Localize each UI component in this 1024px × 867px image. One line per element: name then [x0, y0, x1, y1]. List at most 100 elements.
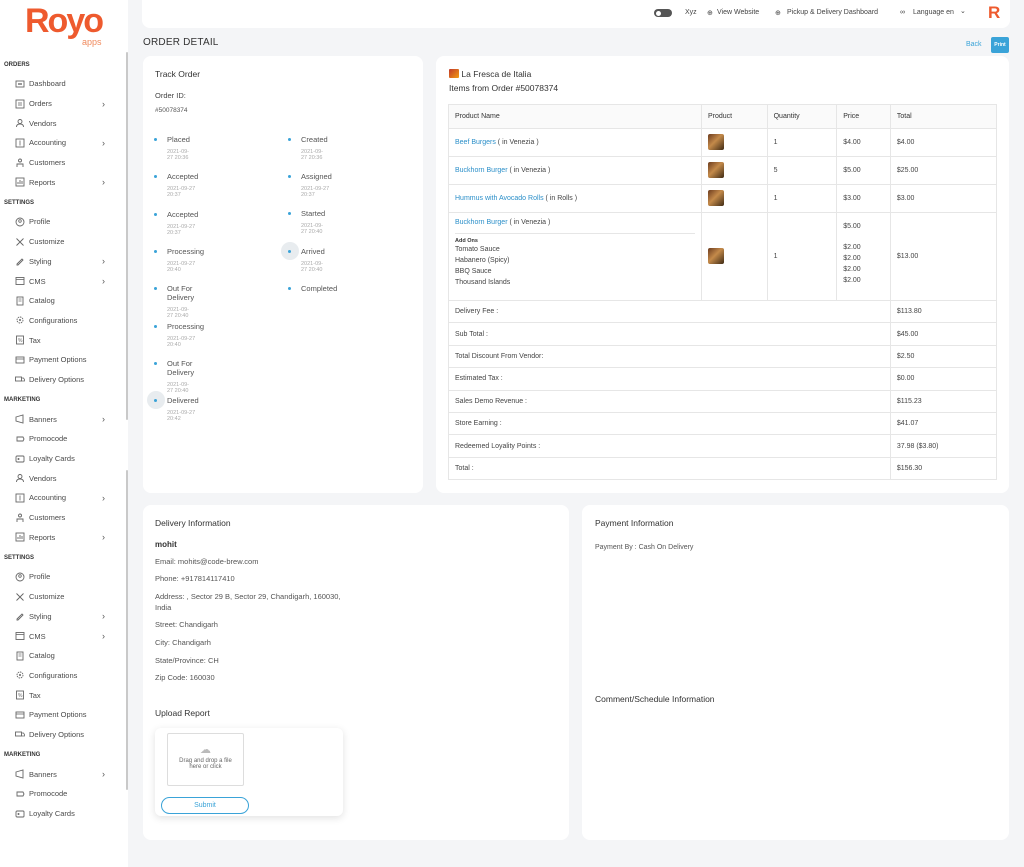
sidebar-item-label: CMS: [29, 276, 46, 286]
product-variant: ( in Venezia ): [495, 139, 539, 146]
sidebar-item-promocode[interactable]: Promocode: [0, 429, 128, 449]
sidebar-item-vendors[interactable]: Vendors: [0, 113, 128, 133]
sidebar-item-customize[interactable]: Customize: [0, 232, 128, 252]
sidebar-item-accounting[interactable]: Accounting ›: [0, 133, 128, 153]
sidebar-scrollbar[interactable]: [126, 52, 128, 420]
sidebar-item-vendors[interactable]: Vendors: [0, 468, 128, 488]
globe-icon: ⊕: [707, 10, 713, 17]
summary-row: Sub Total : $45.00: [448, 322, 998, 346]
timeline-step: Placed 2021-09-27 20:36: [167, 135, 190, 161]
sidebar-item-configurations[interactable]: Configurations: [0, 666, 128, 686]
timeline-dot: [288, 286, 291, 290]
sidebar-item-payment-options[interactable]: Payment Options: [0, 705, 128, 725]
product-name-cell: Buckhorn Burger ( in Venezia ) Add Ons Tom…: [448, 212, 702, 301]
sidebar-item-loyalty-cards[interactable]: Loyalty Cards: [0, 449, 128, 469]
summary-row: Sales Demo Revenue : $115.23: [448, 389, 998, 413]
promocode-icon: [14, 788, 25, 799]
submit-button[interactable]: Submit: [161, 797, 249, 814]
sidebar-item-loyalty-cards[interactable]: Loyalty Cards: [0, 804, 128, 824]
sidebar-item-tax[interactable]: % Tax: [0, 330, 128, 350]
summary-value: $156.30: [889, 456, 998, 481]
summary-label: Delivery Fee :: [448, 299, 891, 324]
sidebar-item-styling[interactable]: Styling ›: [0, 607, 128, 627]
total-cell: $13.00: [889, 212, 998, 301]
sidebar-item-customers[interactable]: Customers: [0, 508, 128, 528]
timeline-step: Started 2021-09-27 20:40: [301, 209, 325, 235]
sidebar-item-promocode[interactable]: Promocode: [0, 784, 128, 804]
tax-icon: %: [14, 335, 25, 346]
sidebar-item-label: Loyalty Cards: [29, 809, 75, 819]
sidebar-item-customize[interactable]: Customize: [0, 587, 128, 607]
sidebar-item-orders[interactable]: Orders ›: [0, 94, 128, 114]
sidebar-item-customers[interactable]: Customers: [0, 153, 128, 173]
pickup-delivery-dashboard-link[interactable]: Pickup & Delivery Dashboard: [787, 9, 878, 16]
sidebar-scrollbar-lower[interactable]: [126, 470, 128, 790]
track-order-title: Track Order: [155, 69, 201, 79]
sidebar-item-catalog[interactable]: Catalog: [0, 291, 128, 311]
cms-icon: [14, 631, 25, 642]
print-button[interactable]: Print: [991, 37, 1009, 53]
brand-mark[interactable]: R: [988, 3, 1000, 23]
timeline-step: Out For Delivery 2021-09-27 20:40: [167, 359, 194, 394]
sidebar-item-cms[interactable]: CMS ›: [0, 271, 128, 291]
timeline-dot: [154, 287, 157, 291]
summary-row: Estimated Tax : $0.00: [448, 367, 998, 391]
globe-icon-2: ⊕: [775, 10, 781, 17]
sidebar-item-payment-options[interactable]: Payment Options: [0, 350, 128, 370]
column-header: Product Name: [448, 104, 702, 129]
summary-label: Estimated Tax :: [448, 367, 891, 391]
sidebar-item-label: Styling: [29, 256, 52, 266]
loyalty-cards-icon: [14, 808, 25, 819]
table-row: Buckhorn Burger ( in Venezia ) 5 $5.00 $25.…: [448, 156, 998, 185]
reports-icon: [14, 177, 25, 188]
vendors-icon: [14, 473, 25, 484]
customer-city: City: Chandigarh: [155, 638, 211, 647]
sidebar-item-label: Profile: [29, 572, 51, 582]
theme-toggle[interactable]: [654, 9, 672, 17]
sidebar-item-dashboard[interactable]: Dashboard: [0, 74, 128, 94]
sidebar-item-configurations[interactable]: Configurations: [0, 311, 128, 331]
summary-label: Redeemed Loyality Points :: [448, 434, 891, 458]
accounting-icon: [14, 492, 25, 503]
sidebar-item-label: CMS: [29, 631, 46, 641]
styling-icon: [14, 611, 25, 622]
product-link[interactable]: Hummus with Avocado Rolls: [455, 195, 544, 202]
sidebar-item-reports[interactable]: Reports ›: [0, 527, 128, 547]
file-dropzone[interactable]: ☁ Drag and drop a file here or click: [167, 733, 244, 786]
accounting-icon: [14, 137, 25, 148]
sidebar-nav: ORDERS Dashboard Orders › Vendors Accounting ›…: [0, 56, 128, 823]
payment-options-icon: [14, 709, 25, 720]
sidebar-item-delivery-options[interactable]: Delivery Options: [0, 370, 128, 390]
product-link[interactable]: Beef Burgers: [455, 139, 496, 146]
quantity-cell: 5: [766, 156, 838, 185]
sidebar-item-delivery-options[interactable]: Delivery Options: [0, 725, 128, 745]
back-link[interactable]: Back: [966, 41, 982, 48]
logo[interactable]: Royo apps: [0, 0, 128, 54]
sidebar-item-label: Accounting: [29, 493, 67, 503]
sidebar-item-styling[interactable]: Styling ›: [0, 252, 128, 272]
chevron-down-icon[interactable]: ⌄: [960, 7, 966, 15]
configurations-icon: [14, 315, 25, 326]
sidebar-item-profile[interactable]: Profile: [0, 567, 128, 587]
timeline-dot: [154, 175, 157, 179]
sidebar-item-cms[interactable]: CMS ›: [0, 626, 128, 646]
view-website-link[interactable]: View Website: [717, 9, 759, 16]
sidebar-item-reports[interactable]: Reports ›: [0, 172, 128, 192]
profile-icon: [14, 571, 25, 582]
timeline-dot: [154, 324, 157, 328]
sidebar-section-title: SETTINGS: [4, 555, 35, 562]
sidebar-section-title: MARKETING: [4, 752, 41, 759]
language-select[interactable]: Language en: [913, 9, 954, 16]
summary-value: $0.00: [889, 367, 998, 391]
sidebar-item-banners[interactable]: Banners ›: [0, 764, 128, 784]
sidebar-item-tax[interactable]: % Tax: [0, 685, 128, 705]
delivery-info-title: Delivery Information: [155, 518, 231, 528]
sidebar-item-accounting[interactable]: Accounting ›: [0, 488, 128, 508]
sidebar-item-profile[interactable]: Profile: [0, 212, 128, 232]
sidebar-item-catalog[interactable]: Catalog: [0, 646, 128, 666]
product-link[interactable]: Buckhorn Burger: [455, 219, 508, 226]
sidebar-item-banners[interactable]: Banners ›: [0, 409, 128, 429]
product-link[interactable]: Buckhorn Burger: [455, 167, 508, 174]
chevron-right-icon: ›: [102, 611, 105, 622]
summary-row: Redeemed Loyality Points :37.98 ($3.80): [448, 434, 998, 458]
